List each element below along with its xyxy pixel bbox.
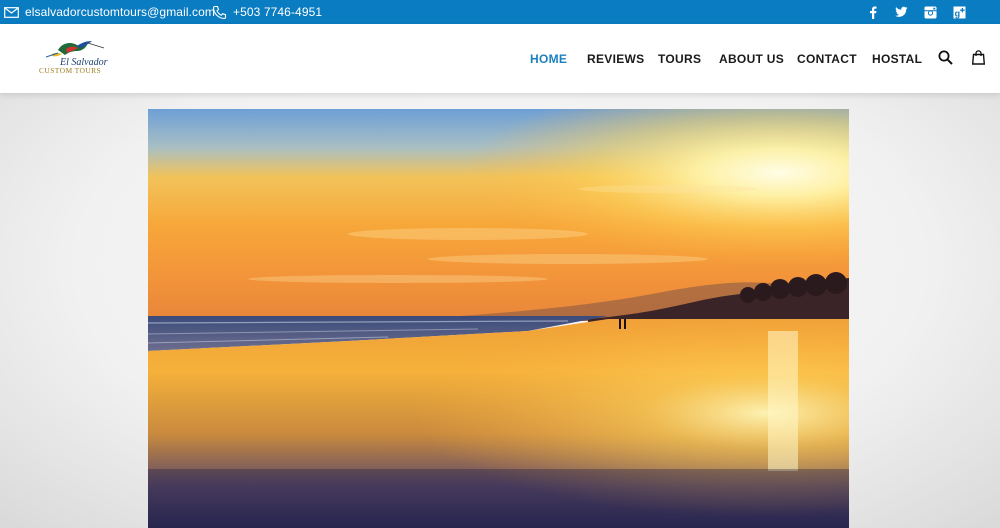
site-logo[interactable]: El Salvador CUSTOM TOURS [38,40,108,78]
phone-text[interactable]: +503 7746-4951 [233,5,322,19]
phone-contact[interactable]: +503 7746-4951 [212,0,322,24]
nav-item-home[interactable]: HOME [530,52,567,66]
site-header: El Salvador CUSTOM TOURS HOME REVIEWS TO… [0,24,1000,93]
email-contact[interactable]: elsalvadorcustomtours@gmail.com [4,0,215,24]
social-links: g [866,0,966,24]
top-contact-bar: elsalvadorcustomtours@gmail.com +503 774… [0,0,1000,24]
search-icon[interactable] [938,50,953,65]
phone-icon [212,5,227,19]
svg-text:g: g [955,8,961,18]
envelope-icon [4,6,19,18]
instagram-icon[interactable] [924,6,937,19]
shopping-bag-icon[interactable] [972,50,985,65]
nav-item-reviews[interactable]: REVIEWS [587,52,644,66]
email-text[interactable]: elsalvadorcustomtours@gmail.com [25,5,215,19]
hero-sunset-beach-image [148,109,849,528]
nav-item-tours[interactable]: TOURS [658,52,701,66]
google-plus-icon[interactable]: g [953,6,966,19]
facebook-icon[interactable] [866,6,879,19]
nav-item-about-us[interactable]: ABOUT US [719,52,784,66]
twitter-icon[interactable] [895,6,908,19]
logo-subtitle: CUSTOM TOURS [39,66,102,75]
nav-item-hostal[interactable]: HOSTAL [872,52,922,66]
nav-item-contact[interactable]: CONTACT [797,52,857,66]
